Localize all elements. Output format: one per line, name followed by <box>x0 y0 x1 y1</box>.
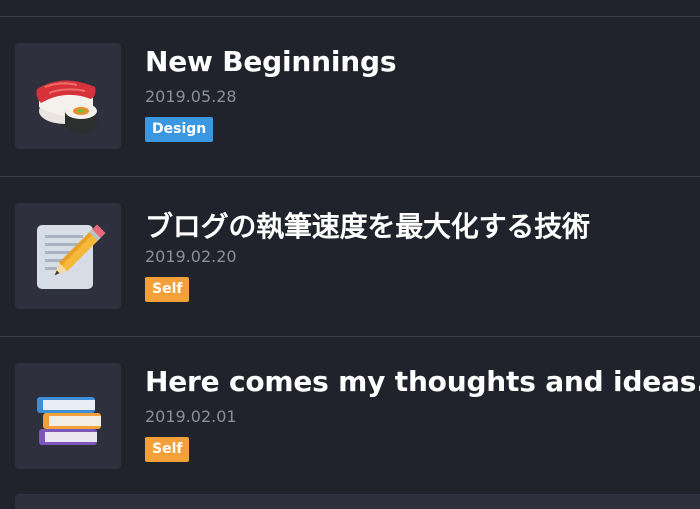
memo-pencil-icon <box>37 224 106 289</box>
post-title[interactable]: New Beginnings <box>145 45 397 78</box>
sushi-icon <box>36 80 97 133</box>
post-item[interactable]: ブログの執筆速度を最大化する技術 2019.02.20 Self <box>0 177 700 337</box>
post-date: 2019.02.01 <box>145 407 237 426</box>
post-item[interactable]: New Beginnings 2019.05.28 Design <box>0 17 700 177</box>
post-tag[interactable]: Design <box>145 117 214 142</box>
post-thumbnail[interactable] <box>15 43 121 149</box>
post-tag[interactable]: Self <box>145 277 190 302</box>
post-date: 2019.02.20 <box>145 247 237 266</box>
post-date: 2019.05.28 <box>145 87 237 106</box>
books-icon <box>37 397 101 445</box>
post-thumbnail[interactable] <box>15 363 121 469</box>
post-title[interactable]: Here comes my thoughts and ideas. <box>145 365 700 398</box>
post-item[interactable]: Here comes my thoughts and ideas. 2019.0… <box>0 337 700 497</box>
post-list-page: New Beginnings 2019.05.28 Design ブログの執筆速… <box>0 0 700 509</box>
post-tag[interactable]: Self <box>145 437 190 462</box>
post-thumbnail[interactable] <box>15 203 121 309</box>
post-title[interactable]: ブログの執筆速度を最大化する技術 <box>145 205 590 245</box>
next-section-panel <box>15 494 700 509</box>
